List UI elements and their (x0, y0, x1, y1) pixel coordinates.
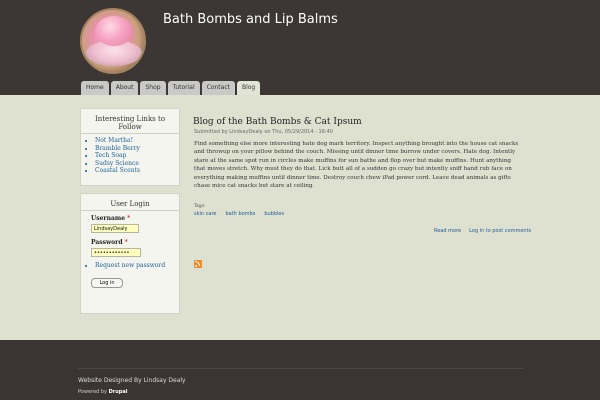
links-block: Interesting Links to Follow Not Martha! … (80, 108, 180, 186)
link-bramble-berry[interactable]: Bramble Berry (95, 145, 179, 153)
post-title[interactable]: Blog of the Bath Bombs & Cat Ipsum (193, 117, 362, 127)
link-coastal-scents[interactable]: Coastal Scents (95, 167, 179, 175)
tag-skin-care[interactable]: skin care (194, 211, 216, 217)
links-list: Not Martha! Bramble Berry Tech Soap Suds… (81, 137, 179, 175)
rss-feed-icon[interactable] (194, 260, 202, 268)
site-title[interactable]: Bath Bombs and Lip Balms (163, 12, 338, 27)
drupal-link[interactable]: Drupal (109, 389, 128, 395)
post-body: Find something else more interesting hat… (194, 141, 519, 190)
tab-shop[interactable]: Shop (140, 81, 166, 95)
link-tech-soap[interactable]: Tech Soap (95, 152, 179, 160)
username-label: Username * (91, 215, 131, 222)
tags-label: Tags: (194, 204, 206, 209)
read-more-link[interactable]: Read more (434, 228, 461, 234)
links-block-title: Interesting Links to Follow (81, 115, 179, 134)
footer-divider (78, 368, 524, 369)
designed-by: Website Designed By Lindsay Dealy (78, 377, 186, 384)
site-logo[interactable] (80, 8, 146, 74)
required-mark: * (127, 215, 131, 222)
tab-about[interactable]: About (110, 81, 139, 95)
login-block-title: User Login (81, 200, 179, 211)
login-links: Request new password (81, 262, 179, 270)
password-field[interactable]: •••••••••••• (91, 248, 141, 257)
post-submitted: Submitted by LindsayDealy on Thu, 05/29/… (194, 129, 333, 135)
tab-blog[interactable]: Blog (236, 81, 261, 95)
password-label: Password * (91, 239, 128, 246)
login-button[interactable]: Log in (91, 277, 123, 288)
login-to-comment-link[interactable]: Log in to post comments (469, 228, 531, 234)
link-sudsy-science[interactable]: Sudsy Science (95, 160, 179, 168)
tag-bubbles[interactable]: bubbles (264, 211, 284, 217)
powered-by: Powered by Drupal (78, 389, 128, 395)
tab-tutorial[interactable]: Tutorial (167, 81, 200, 95)
tag-bath-bombs[interactable]: bath bombs (225, 211, 255, 217)
main-nav: Home About Shop Tutorial Contact Blog (81, 81, 262, 95)
site-header: Bath Bombs and Lip Balms Home About Shop… (0, 0, 600, 95)
post-links: Read more Log in to post comments (434, 228, 539, 234)
link-not-martha[interactable]: Not Martha! (95, 137, 179, 145)
login-block: User Login Username * LindsayDealy Passw… (80, 193, 180, 314)
tab-contact[interactable]: Contact (201, 81, 235, 95)
required-mark: * (124, 239, 128, 246)
tags-list: skin care bath bombs bubbles (194, 211, 293, 217)
tab-home[interactable]: Home (81, 81, 109, 95)
username-field[interactable]: LindsayDealy (91, 224, 139, 233)
logo-bath-bomb (95, 16, 133, 46)
request-password-link[interactable]: Request new password (95, 262, 179, 270)
